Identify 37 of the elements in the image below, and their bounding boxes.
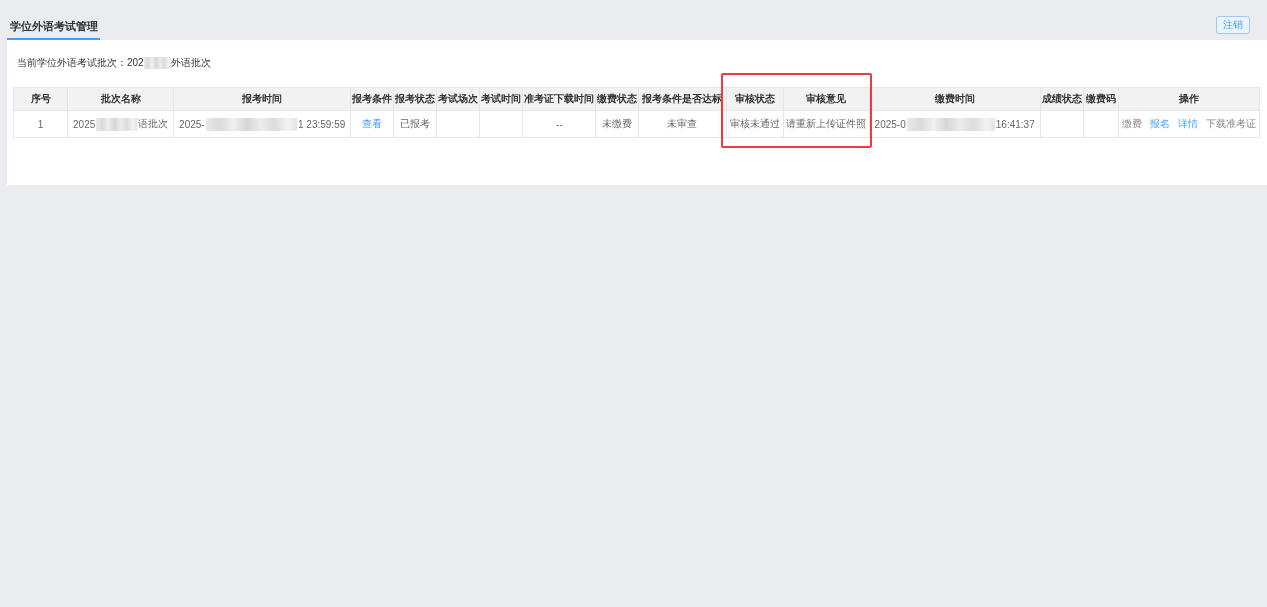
table-cell: 未审查 [638, 110, 726, 138]
column-header: 批次名称 [67, 87, 174, 111]
column-header: 缴费码 [1083, 87, 1119, 111]
column-header: 报考条件 [350, 87, 394, 111]
table-cell: -- [522, 110, 596, 138]
column-header: 报考条件是否达标 [638, 87, 726, 111]
column-header: 报考状态 [393, 87, 437, 111]
cell-text: 2025-0 [874, 118, 906, 130]
batch-text: 外语批次 [170, 56, 211, 70]
column-header: 考试场次 [436, 87, 480, 111]
column-header: 序号 [13, 87, 68, 111]
view-link[interactable]: 查看 [362, 118, 383, 129]
column-header: 审核状态 [726, 87, 784, 111]
cell-text: 1 23:59:59 [298, 118, 346, 130]
table-cell: 未缴费 [595, 110, 639, 138]
action-link[interactable]: 详情 [1177, 117, 1198, 131]
table-cell: 已报考 [393, 110, 437, 138]
column-header: 考试时间 [479, 87, 523, 111]
table-cell: 1 [13, 110, 68, 138]
redaction-block [96, 117, 138, 131]
cell-text: 2025- [179, 118, 205, 130]
column-header: 操作 [1118, 87, 1260, 111]
cell-text: 语批次 [138, 117, 169, 131]
column-header: 报考时间 [173, 87, 351, 111]
table-cell: 审核未通过 [726, 110, 784, 138]
action-link[interactable]: 报名 [1149, 117, 1170, 131]
redaction-block [143, 57, 171, 69]
column-header: 审核意见 [783, 87, 870, 111]
column-header: 缴费时间 [869, 87, 1041, 111]
table-cell: 请重新上传证件照 [783, 110, 870, 138]
column-header: 缴费状态 [595, 87, 639, 111]
logout-button[interactable]: 注销 [1216, 16, 1250, 34]
cell-text: 16:41:37 [995, 118, 1035, 130]
column-header: 成绩状态 [1040, 87, 1084, 111]
batch-text: 当前学位外语考试批次：202 [17, 56, 144, 70]
cell-text: 2025 [73, 118, 96, 130]
column-header: 准考证下载时间 [522, 87, 596, 111]
